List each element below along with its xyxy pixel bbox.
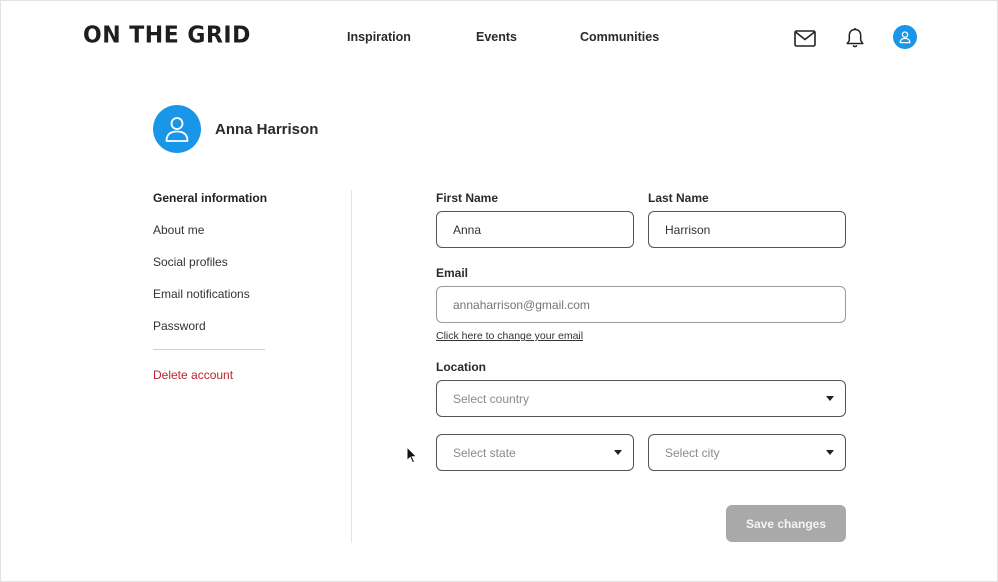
profile-name: Anna Harrison	[215, 121, 319, 138]
last-name-input[interactable]	[648, 211, 846, 248]
location-label: Location	[436, 360, 486, 374]
nav-events[interactable]: Events	[476, 30, 517, 44]
sidebar-item-password[interactable]: Password	[153, 319, 206, 333]
save-changes-button[interactable]: Save changes	[726, 505, 846, 542]
last-name-label: Last Name	[648, 191, 709, 205]
first-name-input[interactable]	[436, 211, 634, 248]
user-avatar-icon[interactable]	[893, 25, 917, 49]
logo[interactable]: on the grid	[83, 22, 251, 48]
change-email-link[interactable]: Click here to change your email	[436, 330, 583, 342]
sidebar-divider	[153, 349, 265, 350]
sidebar-item-social-profiles[interactable]: Social profiles	[153, 255, 228, 269]
chevron-down-icon	[614, 450, 622, 455]
city-select[interactable]: Select city	[648, 434, 846, 471]
nav-communities[interactable]: Communities	[580, 30, 659, 44]
delete-account-link[interactable]: Delete account	[153, 368, 233, 382]
chevron-down-icon	[826, 450, 834, 455]
mouse-cursor-icon	[406, 445, 418, 469]
nav-inspiration[interactable]: Inspiration	[347, 30, 411, 44]
app-frame: on the grid Inspiration Events Communiti…	[0, 0, 998, 582]
section-divider	[351, 190, 352, 543]
chevron-down-icon	[826, 396, 834, 401]
profile-avatar	[153, 105, 201, 153]
sidebar-item-about-me[interactable]: About me	[153, 223, 204, 237]
mail-icon[interactable]	[792, 25, 818, 51]
state-select-placeholder: Select state	[453, 445, 516, 460]
sidebar-item-email-notifications[interactable]: Email notifications	[153, 287, 250, 301]
first-name-label: First Name	[436, 191, 499, 205]
sidebar-item-general-information[interactable]: General information	[153, 191, 267, 205]
email-field[interactable]	[436, 286, 846, 323]
email-label: Email	[436, 266, 469, 280]
country-select-placeholder: Select country	[453, 391, 530, 406]
state-select[interactable]: Select state	[436, 434, 634, 471]
bell-icon[interactable]	[842, 25, 868, 51]
country-select[interactable]: Select country	[436, 380, 846, 417]
city-select-placeholder: Select city	[665, 445, 720, 460]
